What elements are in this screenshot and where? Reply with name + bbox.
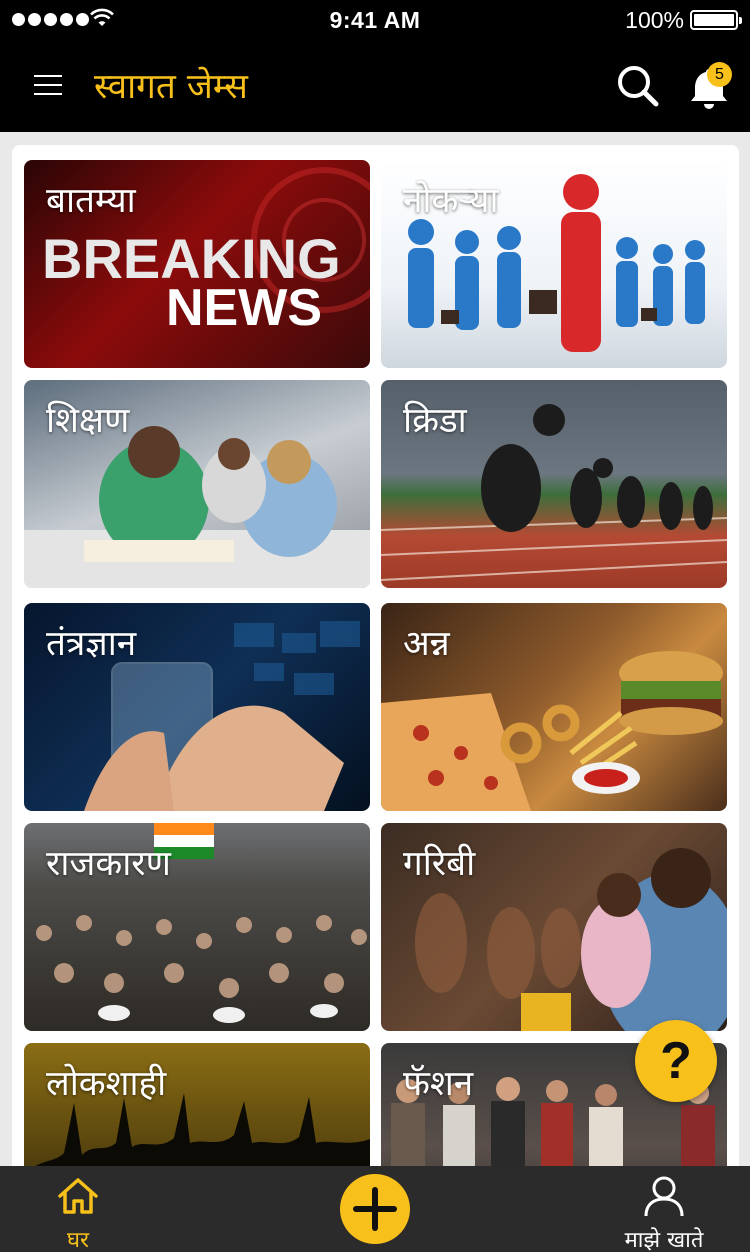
tab-my-account-label: माझे खाते — [624, 1228, 704, 1252]
status-bar: 9:41 AM 100% — [0, 0, 750, 40]
home-icon — [58, 1178, 98, 1214]
battery-percentage: 100% — [625, 7, 684, 33]
category-tile-politics[interactable]: राजकारण — [24, 823, 370, 1031]
category-label: तंत्रज्ञान — [46, 624, 137, 664]
tab-home[interactable]: घर — [40, 1172, 116, 1252]
category-label: लोकशाही — [46, 1064, 167, 1104]
category-panel: BREAKING NEWS बातम्या नोकऱ्या शिक्षण क्र… — [12, 145, 739, 1175]
app-header: स्वागत जेम्स 5 — [0, 40, 750, 132]
category-tile-food[interactable]: अन्न — [381, 603, 727, 811]
category-label: शिक्षण — [46, 401, 130, 441]
bottom-tab-bar: घर माझे खाते — [0, 1166, 750, 1252]
help-button[interactable]: ? — [635, 1020, 717, 1102]
category-label: नोकऱ्या — [403, 181, 499, 221]
category-tile-news[interactable]: BREAKING NEWS बातम्या — [24, 160, 370, 368]
notifications-button[interactable]: 5 — [684, 60, 736, 112]
user-icon — [644, 1176, 684, 1217]
category-label: गरिबी — [403, 844, 476, 884]
category-tile-jobs[interactable]: नोकऱ्या — [381, 160, 727, 368]
tab-home-label: घर — [66, 1228, 89, 1252]
search-icon[interactable] — [616, 64, 660, 108]
category-label: राजकारण — [46, 844, 171, 884]
category-tile-poverty[interactable]: गरिबी — [381, 823, 727, 1031]
category-tile-democracy[interactable]: लोकशाही — [24, 1043, 370, 1175]
category-tile-education[interactable]: शिक्षण — [24, 380, 370, 588]
add-button[interactable] — [340, 1174, 410, 1244]
battery-icon — [690, 10, 742, 30]
category-tile-technology[interactable]: तंत्रज्ञान — [24, 603, 370, 811]
category-label: अन्न — [403, 624, 450, 664]
category-label: फॅशन — [403, 1064, 474, 1104]
category-label: क्रिडा — [403, 401, 467, 441]
plus-icon — [353, 1187, 397, 1231]
welcome-title: स्वागत जेम्स — [94, 67, 248, 107]
tab-my-account[interactable]: माझे खाते — [600, 1172, 728, 1252]
news-image-text-news: NEWS — [166, 279, 322, 337]
menu-icon[interactable] — [34, 75, 62, 95]
category-tile-sports[interactable]: क्रिडा — [381, 380, 727, 588]
notification-badge: 5 — [707, 62, 732, 87]
category-label: बातम्या — [46, 181, 136, 221]
